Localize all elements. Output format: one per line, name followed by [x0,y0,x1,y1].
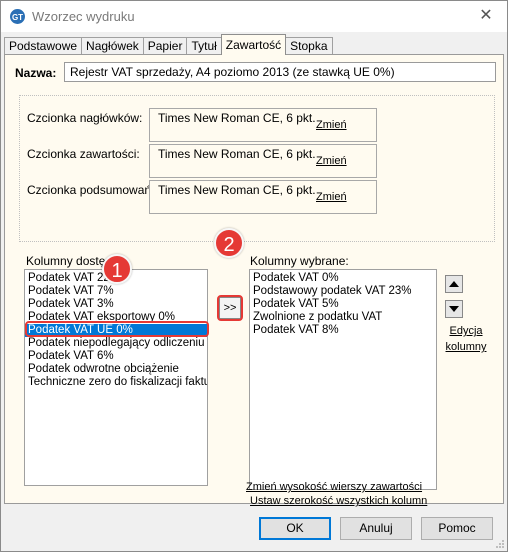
summary-font-value: Times New Roman CE, 6 pkt. [158,183,316,197]
list-item[interactable]: Podatek VAT 8% [250,324,436,337]
selected-columns-label: Kolumny wybrane: [250,254,349,268]
content-font-value: Times New Roman CE, 6 pkt. [158,147,316,161]
change-row-height-link[interactable]: Zmień wysokość wierszy zawartości [246,481,422,493]
callout-badge-2: 2 [214,228,244,258]
title-bar: GT Wzorzec wydruku ✕ [1,1,507,32]
tab-podstawowe[interactable]: Podstawowe [4,37,83,55]
header-font-change-link[interactable]: Zmień [316,119,347,131]
content-font-label: Czcionka zawartości: [27,147,140,161]
name-label: Nazwa: [15,66,57,80]
header-font-box: Times New Roman CE, 6 pkt. Zmień [149,108,377,142]
name-input[interactable]: Rejestr VAT sprzedaży, A4 poziomo 2013 (… [64,62,496,82]
list-item[interactable]: Podatek VAT 7% [25,285,207,298]
dialog-window: GT Wzorzec wydruku ✕ Podstawowe Nagłówek… [0,0,508,552]
summary-font-change-link[interactable]: Zmień [316,191,347,203]
list-item[interactable]: Podatek niepodlegający odliczeniu [25,337,207,350]
content-font-change-link[interactable]: Zmień [316,155,347,167]
move-down-button[interactable] [445,300,463,318]
ok-button[interactable]: OK [259,517,331,540]
tab-papier[interactable]: Papier [142,37,188,55]
list-item[interactable]: Podatek VAT 0% [250,272,436,285]
edit-column-line1: Edycja [449,325,483,337]
callout-badge-1: 1 [102,254,132,284]
tab-zawartosc[interactable]: Zawartość [220,34,287,55]
tab-tytul[interactable]: Tytuł [186,37,222,55]
list-item[interactable]: Zwolnione z podatku VAT [250,311,436,324]
help-button[interactable]: Pomoc [421,517,493,540]
content-font-box: Times New Roman CE, 6 pkt. Zmień [149,144,377,178]
header-font-value: Times New Roman CE, 6 pkt. [158,111,316,125]
tab-strip: Podstawowe Nagłówek Papier Tytuł Zawarto… [4,34,333,55]
move-button-highlight-frame [217,295,243,321]
move-up-button[interactable] [445,275,463,293]
list-item[interactable]: Podstawowy podatek VAT 23% [250,285,436,298]
resize-grip-icon[interactable] [495,539,505,549]
arrow-down-icon [449,306,459,312]
list-item[interactable]: Podatek VAT 5% [250,298,436,311]
tab-stopka[interactable]: Stopka [285,37,333,55]
window-title: Wzorzec wydruku [32,9,135,24]
close-icon[interactable]: ✕ [471,4,501,28]
list-item[interactable]: Podatek VAT 6% [25,350,207,363]
list-item[interactable]: Podatek odwrotne obciążenie [25,363,207,376]
svg-text:GT: GT [12,13,23,22]
tab-naglowek[interactable]: Nagłówek [81,37,144,55]
selection-highlight-frame [25,321,209,337]
set-column-width-link[interactable]: Ustaw szerokość wszystkich kolumn [250,495,427,507]
arrow-up-icon [449,281,459,287]
summary-font-label: Czcionka podsumowań: [27,183,155,197]
header-font-label: Czcionka nagłówków: [27,111,143,125]
list-item[interactable]: Techniczne zero do fiskalizacji faktur r [25,376,207,389]
tab-panel-zawartosc: Nazwa: Rejestr VAT sprzedaży, A4 poziomo… [4,54,504,507]
selected-columns-list[interactable]: Podatek VAT 0% Podstawowy podatek VAT 23… [249,269,437,490]
cancel-button[interactable]: Anuluj [340,517,412,540]
edit-column-link[interactable]: Edycja kolumny [444,323,488,355]
edit-column-line2: kolumny [445,341,487,353]
app-logo-icon: GT [10,9,25,24]
dialog-body: Podstawowe Nagłówek Papier Tytuł Zawarto… [1,32,507,551]
available-columns-list[interactable]: Podatek VAT 22% Podatek VAT 7% Podatek V… [24,269,208,486]
summary-font-box: Times New Roman CE, 6 pkt. Zmień [149,180,377,214]
list-item[interactable]: Podatek VAT 3% [25,298,207,311]
